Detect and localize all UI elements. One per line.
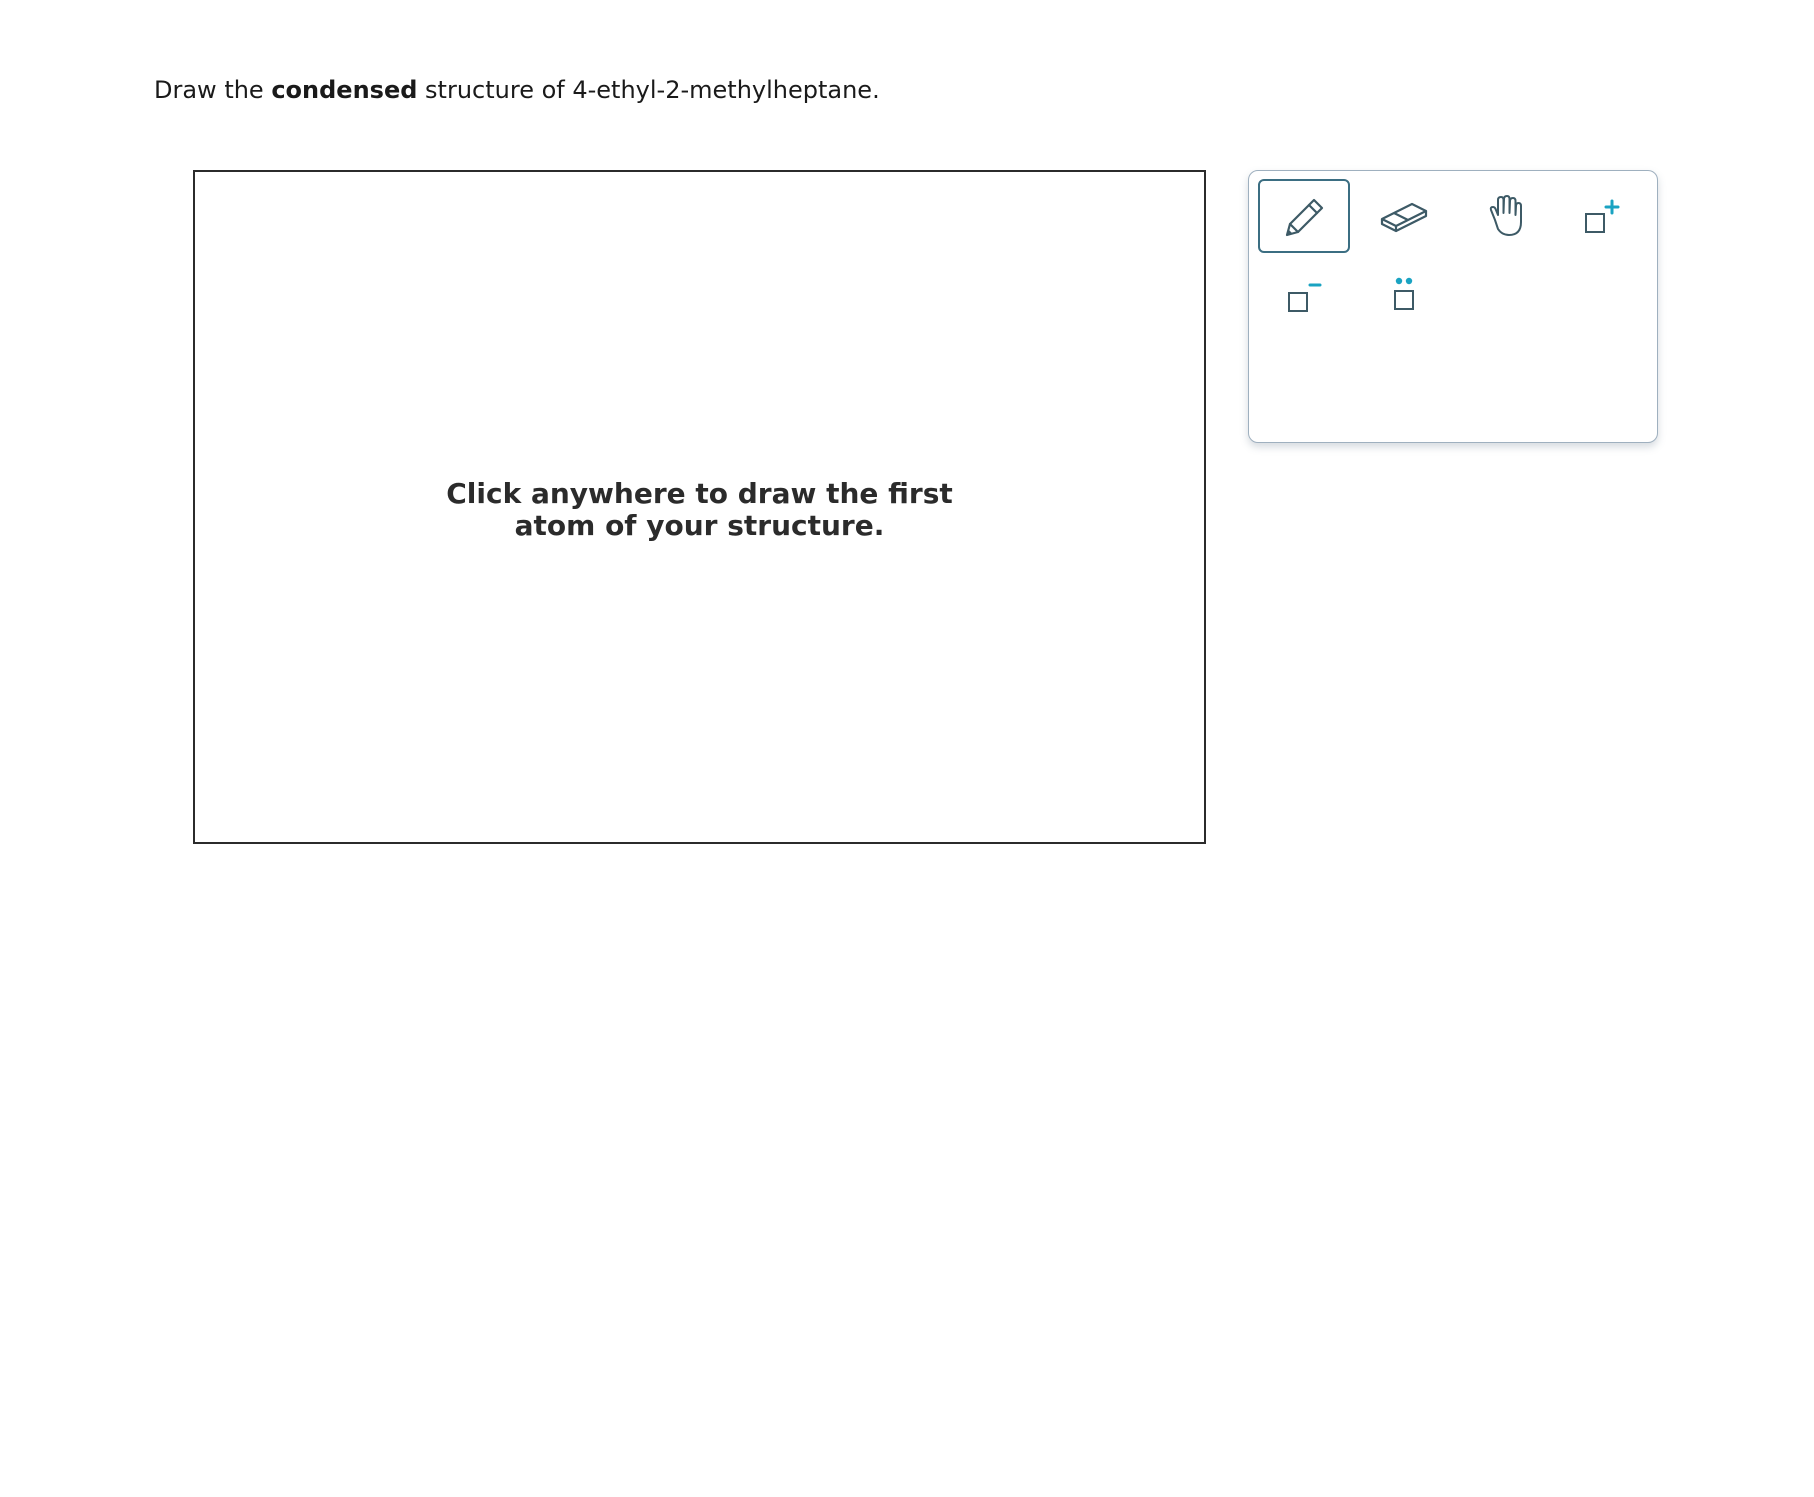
drawing-toolbar xyxy=(1248,170,1658,443)
canvas-hint: Click anywhere to draw the first atom of… xyxy=(195,478,1204,542)
minus-charge-icon xyxy=(1288,283,1322,312)
drawing-canvas[interactable]: Click anywhere to draw the first atom of… xyxy=(193,170,1206,844)
pencil-tool-button[interactable] xyxy=(1258,179,1350,253)
hand-icon xyxy=(1489,195,1522,236)
negative-charge-tool-button[interactable] xyxy=(1258,259,1350,333)
canvas-hint-line-2: atom of your structure. xyxy=(514,509,885,542)
plus-charge-icon xyxy=(1585,199,1620,233)
lone-pair-tool-button[interactable] xyxy=(1358,259,1450,333)
prompt-text-start: Draw the xyxy=(154,76,272,104)
prompt-text-end: structure of 4-ethyl-2-methylheptane. xyxy=(417,76,880,104)
eraser-icon xyxy=(1380,202,1428,233)
positive-charge-tool-button[interactable] xyxy=(1555,179,1647,253)
eraser-tool-button[interactable] xyxy=(1358,179,1450,253)
lone-pair-icon xyxy=(1394,277,1414,310)
question-prompt: Draw the condensed structure of 4-ethyl-… xyxy=(154,72,880,108)
pencil-icon xyxy=(1285,198,1324,237)
canvas-hint-line-1: Click anywhere to draw the first xyxy=(446,477,953,510)
prompt-bold-term: condensed xyxy=(271,76,418,104)
move-tool-button[interactable] xyxy=(1457,179,1549,253)
